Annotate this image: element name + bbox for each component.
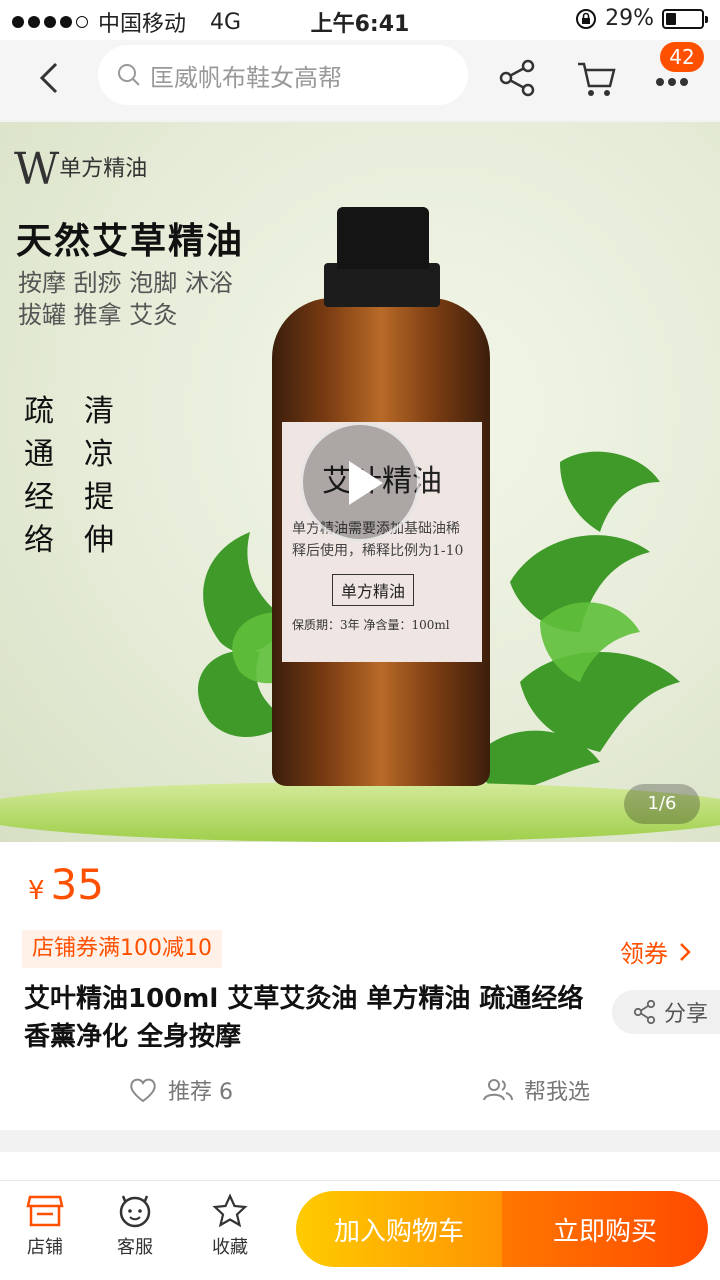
status-bar: 中国移动 4G 上午6:41 29%: [0, 0, 720, 40]
tab-service[interactable]: 客服: [95, 1193, 175, 1259]
product-image-carousel[interactable]: W单方精油 天然艾草精油 按摩 刮痧 泡脚 沐浴 拔罐 推拿 艾灸 疏清 通凉 …: [0, 122, 720, 842]
play-video-button[interactable]: [300, 422, 420, 542]
product-info: ¥35 店铺券满100减10 领券 艾叶精油100ml 艾草艾灸油 单方精油 疏…: [0, 842, 720, 1130]
help-choose-label: 帮我选: [524, 1080, 591, 1105]
price-value: 35: [50, 860, 104, 909]
display-platform: [0, 782, 720, 842]
image-pager: 1/6: [624, 784, 700, 824]
customer-service-icon: [119, 1195, 151, 1228]
bottom-action-bar: 店铺 客服 收藏 加入购物车 立即购买: [0, 1180, 720, 1280]
notification-badge: 42: [660, 42, 704, 72]
share-icon[interactable]: [496, 56, 540, 100]
buy-now-button[interactable]: 立即购买: [502, 1191, 708, 1267]
recommend-label: 推荐 6: [168, 1080, 233, 1105]
top-nav: 匡威帆布鞋女高帮 42: [0, 40, 720, 120]
product-title: 艾叶精油100ml 艾草艾灸油 单方精油 疏通经络 香薰净化 全身按摩: [24, 984, 584, 1052]
status-right: 29%: [575, 6, 708, 31]
hero-uses: 按摩 刮痧 泡脚 沐浴 拔罐 推拿 艾灸: [18, 269, 233, 329]
help-choose-button[interactable]: 帮我选: [482, 1074, 590, 1106]
battery-icon: [662, 8, 708, 29]
add-to-cart-button[interactable]: 加入购物车: [296, 1191, 502, 1267]
heart-icon: [130, 1078, 156, 1103]
share-icon: [633, 999, 656, 1025]
rotation-lock-icon: [576, 8, 597, 29]
battery-percent: 29%: [605, 6, 654, 31]
store-icon: [26, 1195, 64, 1227]
search-placeholder: 匡威帆布鞋女高帮: [150, 63, 342, 92]
tab-favorite[interactable]: 收藏: [190, 1193, 270, 1259]
brand-mark: W单方精油: [14, 144, 148, 195]
bottle-neck: [324, 263, 440, 307]
people-icon: [483, 1079, 513, 1101]
share-button[interactable]: 分享: [612, 990, 720, 1034]
get-coupon-label: 领券: [620, 940, 668, 968]
star-icon: [212, 1193, 248, 1228]
back-icon[interactable]: [30, 58, 70, 98]
cart-icon[interactable]: [574, 56, 618, 100]
currency-symbol: ¥: [28, 876, 45, 906]
share-label: 分享: [664, 1002, 709, 1027]
hero-effects: 疏清 通凉 经提 络伸: [24, 394, 114, 558]
label-spec: 保质期：3年 净含量：100ml: [292, 618, 450, 632]
price: ¥35: [28, 860, 104, 909]
store-coupon-badge[interactable]: 店铺券满100减10: [22, 930, 222, 968]
recommend-button[interactable]: 推荐 6: [128, 1074, 233, 1106]
bottle-cap: [337, 207, 429, 269]
tab-shop[interactable]: 店铺: [5, 1193, 85, 1259]
label-tag: 单方精油: [332, 574, 415, 606]
search-bar[interactable]: 匡威帆布鞋女高帮: [98, 45, 468, 105]
search-icon: [118, 64, 140, 86]
get-coupon-link[interactable]: 领券: [620, 934, 692, 969]
hero-headline: 天然艾草精油: [16, 220, 245, 262]
chevron-right-icon: [680, 942, 691, 961]
tab-favorite-label: 收藏: [212, 1237, 248, 1258]
tab-shop-label: 店铺: [27, 1237, 63, 1258]
tab-service-label: 客服: [117, 1237, 153, 1258]
